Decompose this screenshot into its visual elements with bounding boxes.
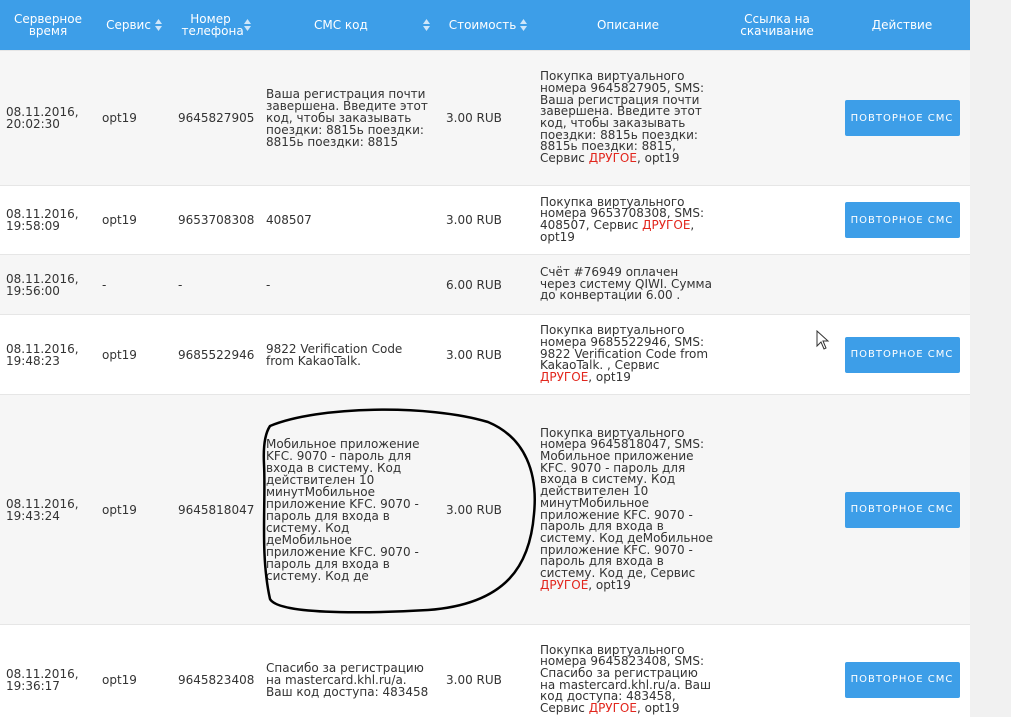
cell-phone: 9653708308 — [172, 185, 260, 255]
history-table-container: Серверное время Сервис Номер телефона СМ… — [0, 0, 970, 717]
cell-cost: 3.00 RUB — [440, 50, 536, 186]
description-tail: , opt19 — [636, 151, 680, 166]
header-description: Описание — [536, 0, 720, 51]
cell-phone: 9645818047 — [172, 394, 260, 625]
resend-sms-button[interactable]: Повторное СМС — [844, 661, 960, 698]
header-server-time-label: Серверное время — [13, 12, 83, 38]
header-service-label: Сервис — [106, 17, 151, 32]
sort-arrows-icon[interactable] — [243, 19, 251, 31]
cell-action: Повторное СМС — [834, 50, 970, 186]
header-sms-code-label: СМС код — [314, 18, 368, 32]
cell-description: Покупка виртуального номера 9685522946, … — [536, 314, 720, 395]
header-download-link: Ссылка на скачивание — [720, 0, 834, 51]
cell-action — [834, 254, 970, 315]
cell-download-link — [720, 254, 834, 315]
table-row: 08.11.2016, 19:36:17 opt19 9645823408 Сп… — [0, 624, 970, 717]
cell-description: Счёт #76949 оплачен через систему QIWI. … — [536, 254, 720, 315]
cell-service: opt19 — [96, 314, 172, 395]
table-row: 08.11.2016, 19:48:23 opt19 9685522946 98… — [0, 314, 970, 395]
table-row: 08.11.2016, 19:56:00 - - - 6.00 RUB Счёт… — [0, 254, 970, 315]
resend-sms-button[interactable]: Повторное СМС — [844, 491, 960, 528]
description-text: Счёт #76949 оплачен через систему QIWI. … — [540, 264, 712, 303]
cell-action: Повторное СМС — [834, 394, 970, 625]
cell-download-link — [720, 394, 834, 625]
header-phone[interactable]: Номер телефона — [172, 0, 260, 51]
cell-cost: 3.00 RUB — [440, 185, 536, 255]
service-category-label: ДРУГОЕ — [588, 151, 637, 166]
description-tail: , opt19 — [588, 370, 631, 385]
resend-sms-button[interactable]: Повторное СМС — [844, 202, 960, 238]
cell-time: 08.11.2016, 19:56:00 — [0, 254, 96, 315]
cell-download-link — [720, 624, 834, 717]
cell-phone: 9645823408 — [172, 624, 260, 717]
table-header-row: Серверное время Сервис Номер телефона СМ… — [0, 0, 970, 51]
table-row: 08.11.2016, 20:02:30 opt19 9645827905 Ва… — [0, 50, 970, 186]
cell-time: 08.11.2016, 20:02:30 — [0, 50, 96, 186]
cell-cost: 6.00 RUB — [440, 254, 536, 315]
cell-description: Покупка виртуального номера 9645818047, … — [536, 394, 720, 625]
cell-sms-code: Мобильное приложение KFC. 9070 - пароль … — [260, 394, 440, 625]
header-server-time[interactable]: Серверное время — [0, 0, 96, 51]
header-service[interactable]: Сервис — [96, 0, 172, 51]
cell-download-link — [720, 50, 834, 186]
description-text: Покупка виртуального номера 9685522946, … — [540, 323, 709, 373]
cell-cost: 3.00 RUB — [440, 314, 536, 395]
cell-sms-code: - — [260, 254, 440, 315]
service-category-label: ДРУГОЕ — [588, 701, 637, 716]
cell-description: Покупка виртуального номера 9645823408, … — [536, 624, 720, 717]
cell-sms-code: 9822 Verification Code from KakaoTalk. — [260, 314, 440, 395]
cell-service: opt19 — [96, 394, 172, 625]
page-gutter — [970, 0, 1011, 717]
cell-action: Повторное СМС — [834, 624, 970, 717]
header-cost[interactable]: Стоимость — [440, 0, 536, 51]
cell-description: Покупка виртуального номера 9645827905, … — [536, 50, 720, 186]
cell-service: opt19 — [96, 624, 172, 717]
cell-sms-code: Спасибо за регистрацию на mastercard.khl… — [260, 624, 440, 717]
cell-sms-code: Ваша регистрация почти завершена. Введит… — [260, 50, 440, 186]
description-tail: , opt19 — [588, 577, 631, 592]
header-action-label: Действие — [871, 18, 933, 32]
sort-arrows-icon[interactable] — [423, 19, 430, 31]
resend-sms-button[interactable]: Повторное СМС — [844, 100, 960, 136]
header-download-link-label: Ссылка на скачивание — [740, 12, 814, 38]
cell-action: Повторное СМС — [834, 314, 970, 395]
header-phone-label: Номер телефона — [181, 12, 244, 38]
header-action: Действие — [834, 0, 970, 51]
description-text: Покупка виртуального номера 9645818047, … — [540, 425, 714, 581]
cell-time: 08.11.2016, 19:36:17 — [0, 624, 96, 717]
cell-phone: 9685522946 — [172, 314, 260, 395]
service-category-label: ДРУГОЕ — [540, 370, 589, 385]
cell-phone: - — [172, 254, 260, 315]
cell-service: - — [96, 254, 172, 315]
table-row: 08.11.2016, 19:58:09 opt19 9653708308 40… — [0, 185, 970, 255]
cell-description: Покупка виртуального номера 9653708308, … — [536, 185, 720, 255]
cell-time: 08.11.2016, 19:58:09 — [0, 185, 96, 255]
table-row: 08.11.2016, 19:43:24 opt19 9645818047 Мо… — [0, 394, 970, 625]
sort-arrows-icon[interactable] — [520, 19, 528, 32]
header-cost-label: Стоимость — [448, 17, 517, 32]
header-sms-code[interactable]: СМС код — [260, 0, 440, 51]
header-description-label: Описание — [596, 18, 660, 32]
service-category-label: ДРУГОЕ — [642, 218, 691, 232]
cell-download-link — [720, 185, 834, 255]
cell-phone: 9645827905 — [172, 50, 260, 186]
resend-sms-button[interactable]: Повторное СМС — [844, 336, 960, 373]
cell-time: 08.11.2016, 19:48:23 — [0, 314, 96, 395]
cell-service: opt19 — [96, 50, 172, 186]
cell-cost: 3.00 RUB — [440, 394, 536, 625]
cell-cost: 3.00 RUB — [440, 624, 536, 717]
service-category-label: ДРУГОЕ — [540, 577, 589, 592]
cell-download-link — [720, 314, 834, 395]
cell-action: Повторное СМС — [834, 185, 970, 255]
sort-arrows-icon[interactable] — [154, 19, 162, 32]
cell-sms-code: 408507 — [260, 185, 440, 255]
description-tail: , opt19 — [636, 701, 680, 716]
cell-time: 08.11.2016, 19:43:24 — [0, 394, 96, 625]
cell-service: opt19 — [96, 185, 172, 255]
sms-history-table: Серверное время Сервис Номер телефона СМ… — [0, 0, 970, 717]
